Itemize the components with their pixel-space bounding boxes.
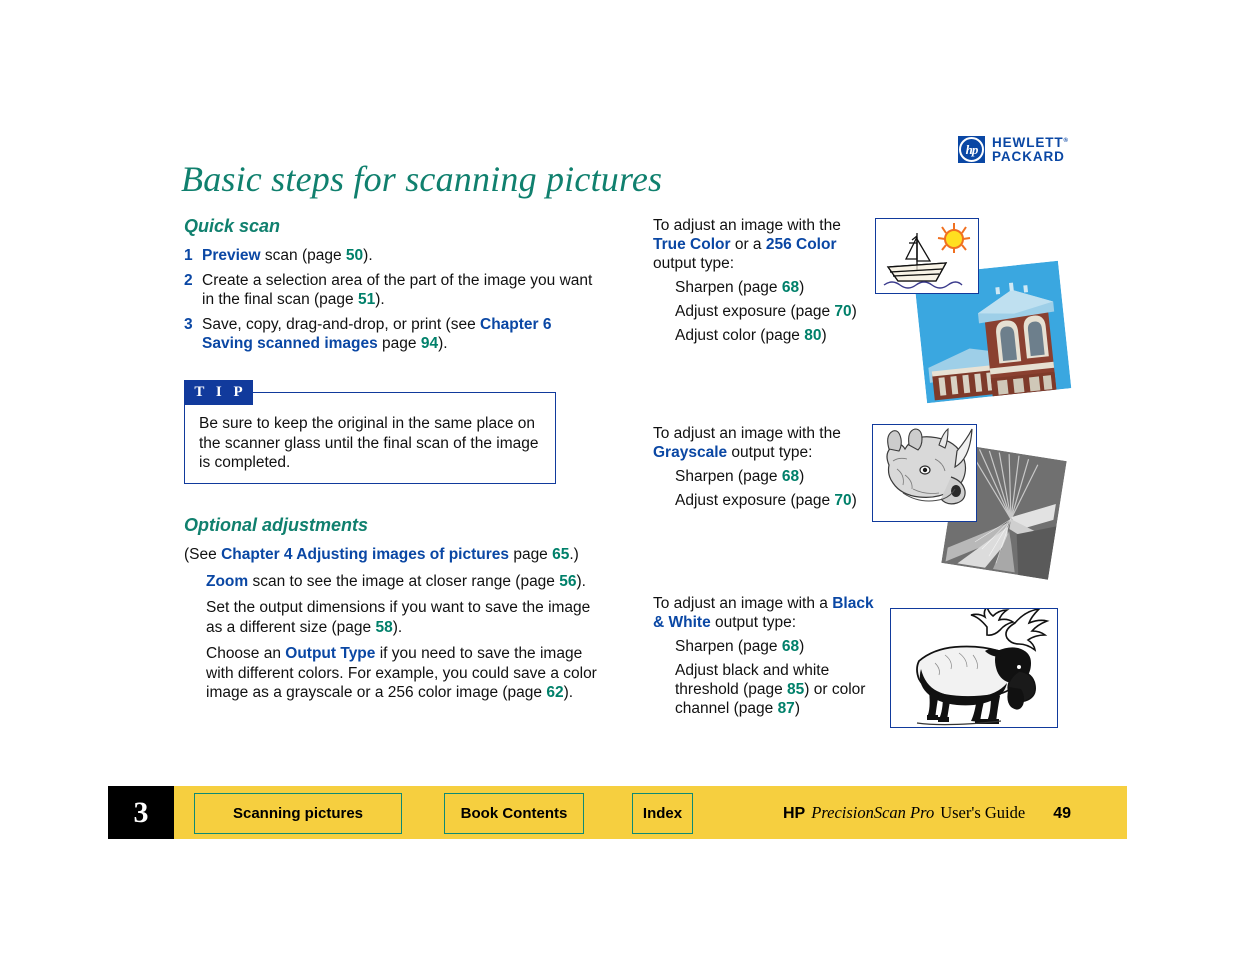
sailboat-drawing-svg [876, 219, 978, 293]
list-item: Zoom scan to see the image at closer ran… [206, 572, 586, 590]
optional-adjustments-heading: Optional adjustments [184, 515, 369, 535]
left-column: Quick scan 1 Preview scan (page 50). 2 C… [184, 216, 604, 359]
quick-scan-heading: Quick scan [184, 216, 281, 236]
footer-guide-identifier: HP PrecisionScan Pro User's Guide 49 [783, 803, 1071, 823]
moose-drawing-svg [891, 609, 1057, 727]
list-item: Set the output dimensions if you want to… [206, 599, 591, 636]
quick-scan-steps: 1 Preview scan (page 50). 2 Create a sel… [184, 246, 604, 353]
list-item: 2 Create a selection area of the part of… [184, 271, 604, 309]
optional-see-line: (See Chapter 4 Adjusting images of pictu… [184, 546, 579, 563]
block-lead-text: To adjust an image with a Black & White … [653, 595, 874, 631]
tip-text: Be sure to keep the original in the same… [199, 415, 539, 471]
color-sample-images [875, 218, 1075, 404]
optional-adjustments-section: Optional adjustments (See Chapter 4 Adju… [184, 515, 604, 710]
hp-logo-mark: hp [958, 136, 985, 163]
scanning-pictures-button[interactable]: Scanning pictures [194, 793, 402, 834]
footer-page-number: 49 [1053, 805, 1071, 822]
list-item: 3 Save, copy, drag-and-drop, or print (s… [184, 315, 604, 353]
index-button[interactable]: Index [632, 793, 693, 834]
page-title: Basic steps for scanning pictures [181, 159, 663, 199]
step-number: 3 [184, 316, 193, 333]
list-item: Sharpen (page 68) [675, 279, 805, 296]
step-text: Create a selection area of the part of t… [202, 272, 593, 308]
document-page: hp HEWLETT PACKARD Basic steps for scann… [0, 0, 1235, 954]
block-lead-text: To adjust an image with the Grayscale ou… [653, 425, 841, 461]
rhino-drawing-svg [873, 425, 976, 521]
footer-guide-label: User's Guide [940, 803, 1026, 822]
tip-label: T I P [184, 380, 253, 405]
block-lead-text: To adjust an image with the True Color o… [653, 217, 841, 272]
book-contents-button[interactable]: Book Contents [444, 793, 584, 834]
footer-hp-label: HP [783, 805, 806, 822]
footer-product-name: PrecisionScan Pro [811, 803, 935, 822]
sailboat-drawing [875, 218, 979, 294]
grayscale-block: To adjust an image with the Grayscale ou… [653, 424, 868, 510]
list-item: Choose an Output Type if you need to sav… [206, 645, 597, 701]
list-item: Sharpen (page 68) [675, 468, 805, 485]
hp-logo: hp HEWLETT PACKARD [958, 136, 1068, 163]
black-white-block: To adjust an image with a Black & White … [653, 594, 881, 718]
step-text: Save, copy, drag-and-drop, or print (see… [202, 316, 552, 352]
list-item: 1 Preview scan (page 50). [184, 246, 604, 265]
grayscale-sample-images [872, 424, 1072, 580]
step-number: 2 [184, 272, 193, 289]
rhino-drawing [872, 424, 977, 522]
moose-drawing [890, 608, 1058, 728]
list-item: Adjust exposure (page 70) [675, 492, 857, 509]
hp-monogram: hp [959, 137, 984, 162]
hp-wordmark-line1: HEWLETT [992, 136, 1068, 150]
step-number: 1 [184, 247, 193, 264]
true-color-block: To adjust an image with the True Color o… [653, 216, 868, 345]
list-item: Adjust exposure (page 70) [675, 303, 857, 320]
chapter-number-badge: 3 [108, 786, 174, 839]
hp-wordmark-line2: PACKARD [992, 148, 1065, 164]
list-item: Adjust color (page 80) [675, 327, 827, 344]
list-item: Sharpen (page 68) [675, 638, 805, 655]
step-text: Preview scan (page 50). [202, 247, 373, 264]
hp-wordmark: HEWLETT PACKARD [992, 136, 1068, 163]
list-item: Adjust black and white threshold (page 8… [675, 662, 866, 717]
